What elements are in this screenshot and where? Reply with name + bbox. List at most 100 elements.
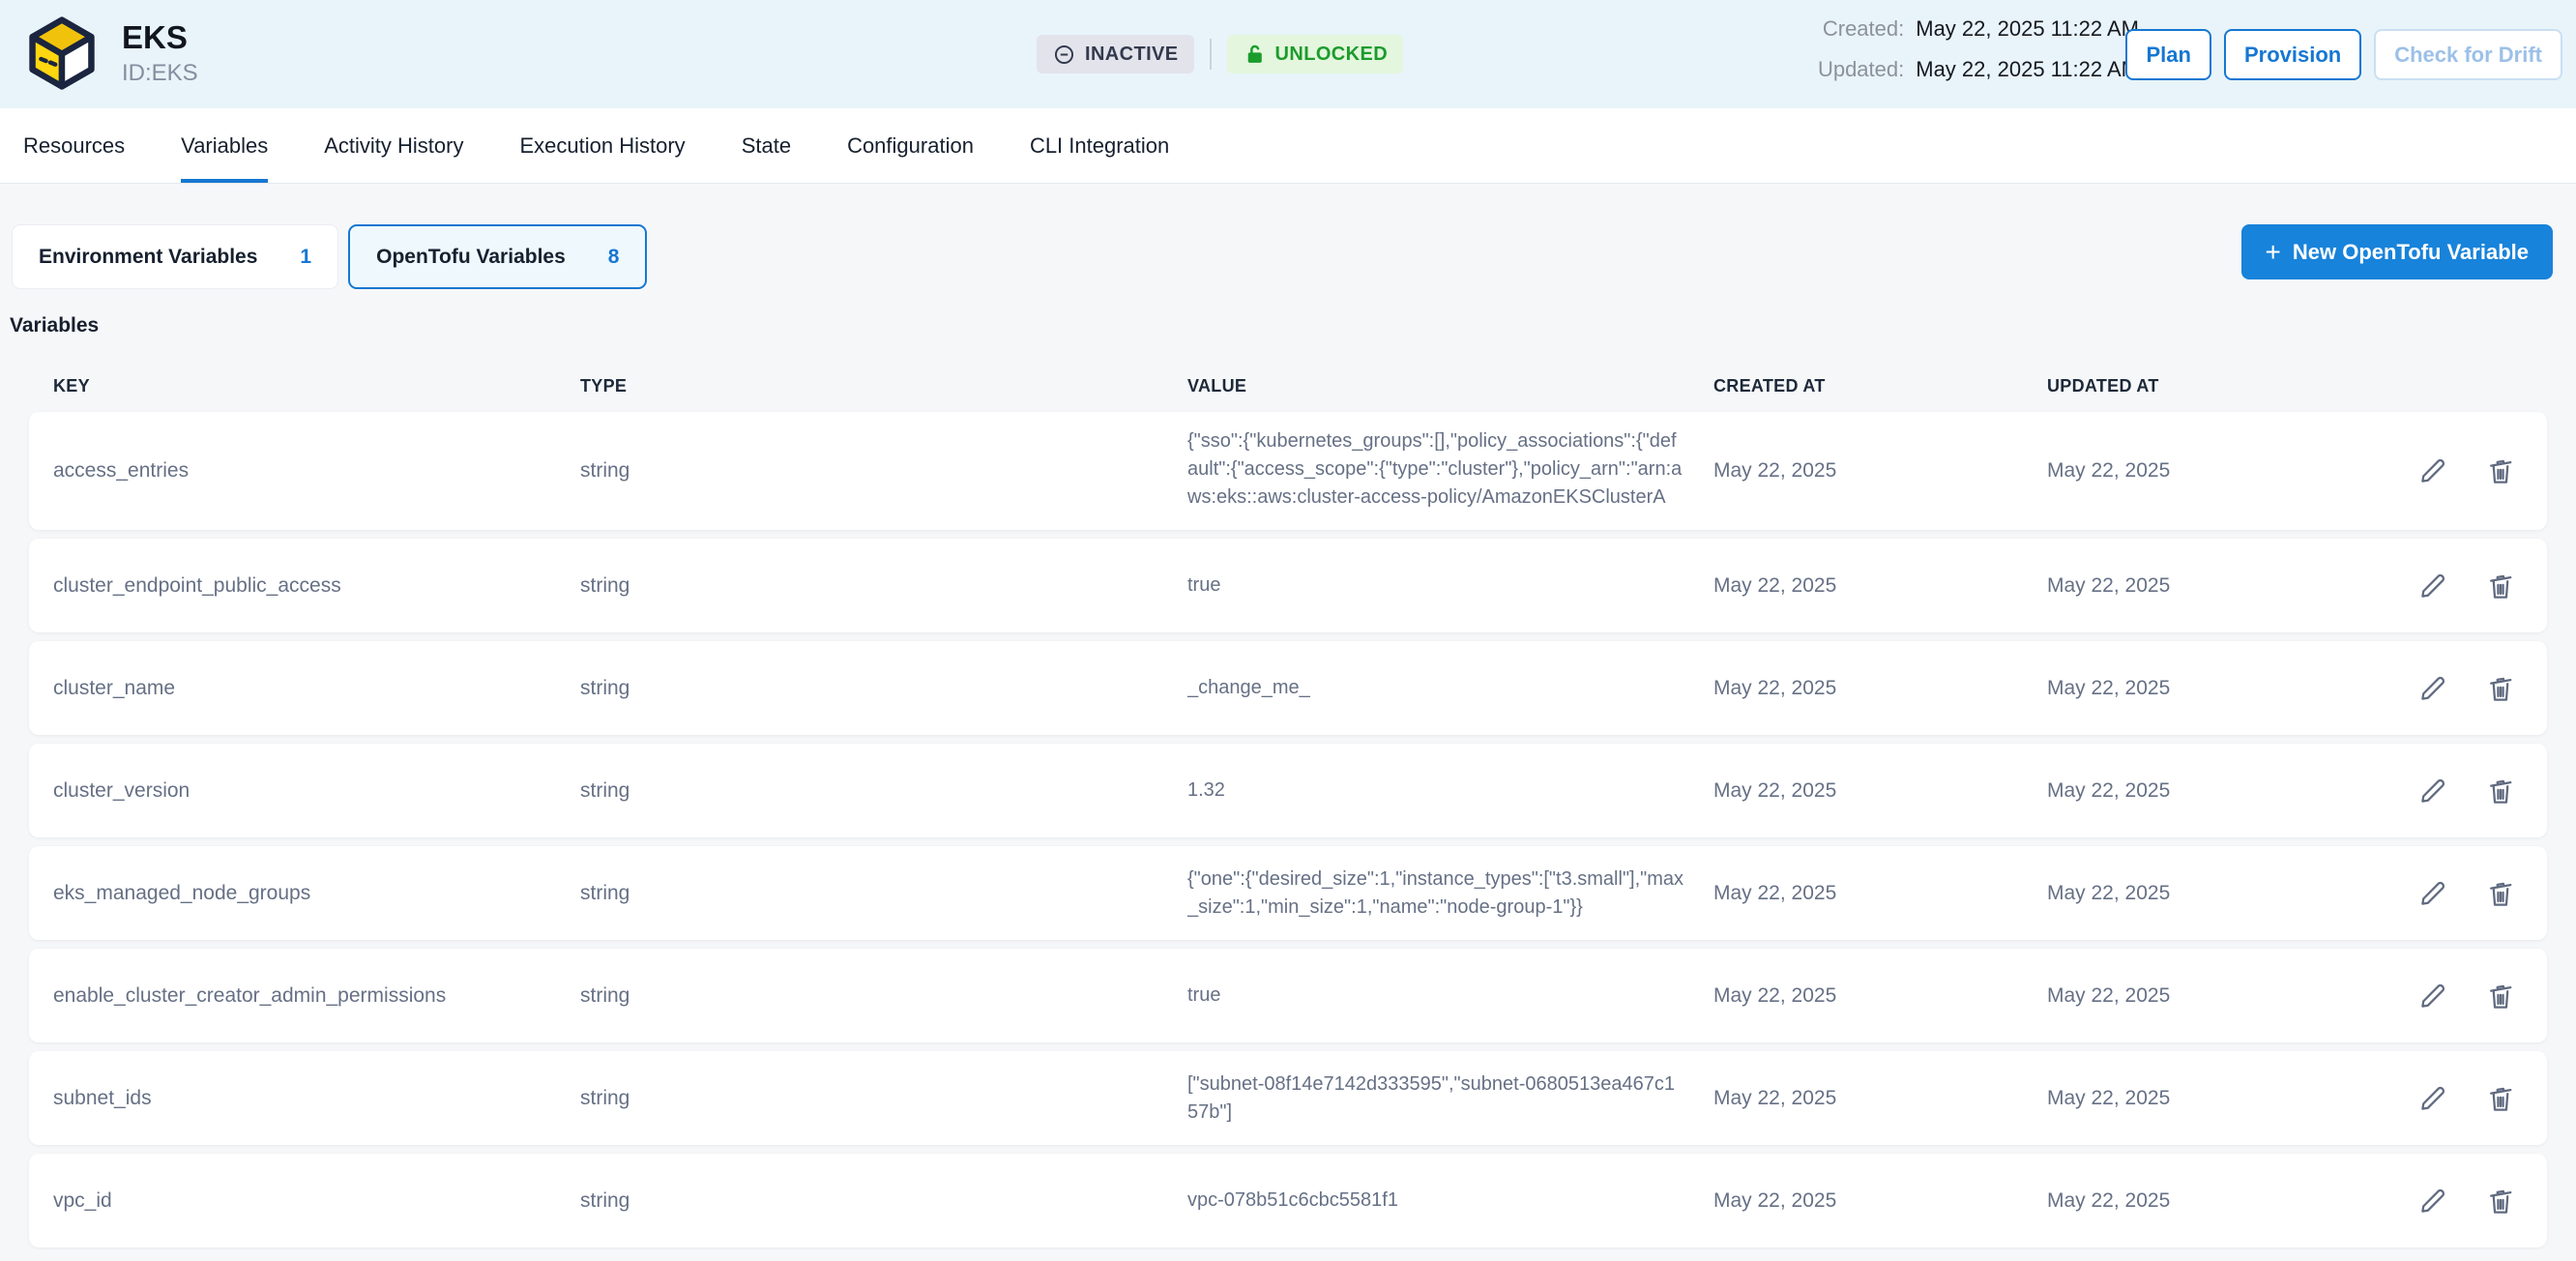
new-opentofu-variable-button[interactable]: + New OpenTofu Variable: [2241, 224, 2553, 279]
edit-variable-button[interactable]: [2416, 877, 2449, 910]
variable-key: vpc_id: [53, 1189, 580, 1213]
variable-value: _change_me_: [1187, 674, 1685, 702]
delete-variable-button[interactable]: [2484, 775, 2517, 807]
pencil-icon: [2416, 877, 2449, 910]
delete-variable-button[interactable]: [2484, 455, 2517, 487]
tab-variables[interactable]: Variables: [181, 108, 268, 183]
provision-button[interactable]: Provision: [2224, 29, 2361, 80]
environment-tabs: Resources Variables Activity History Exe…: [0, 108, 2576, 184]
trash-icon: [2484, 455, 2517, 487]
variable-row-actions: [2416, 1185, 2523, 1217]
circle-minus-icon: [1052, 43, 1076, 67]
variable-created-at: May 22, 2025: [1713, 677, 2047, 700]
environment-meta: Created: May 22, 2025 11:22 AM Updated: …: [1818, 16, 2139, 82]
environment-header: EKS ID:EKS INACTIVE UNLOCKED Created: Ma…: [0, 0, 2576, 108]
tab-environment-variables[interactable]: Environment Variables 1: [12, 224, 338, 289]
variable-created-at: May 22, 2025: [1713, 984, 2047, 1008]
updated-label: Updated:: [1818, 57, 1904, 82]
column-header-type: TYPE: [580, 376, 1187, 396]
variable-updated-at: May 22, 2025: [2047, 779, 2327, 803]
pencil-icon: [2416, 455, 2449, 487]
tab-cli-integration[interactable]: CLI Integration: [1030, 108, 1169, 183]
variable-type: string: [580, 1087, 1187, 1110]
variable-created-at: May 22, 2025: [1713, 1189, 2047, 1213]
created-value: May 22, 2025 11:22 AM: [1916, 16, 2139, 42]
variable-row: cluster_name string _change_me_ May 22, …: [29, 641, 2547, 735]
tab-resources[interactable]: Resources: [23, 108, 125, 183]
pencil-icon: [2416, 1185, 2449, 1217]
environment-brand: EKS ID:EKS: [23, 14, 198, 93]
trash-icon: [2484, 672, 2517, 705]
variable-updated-at: May 22, 2025: [2047, 677, 2327, 700]
new-opentofu-variable-label: New OpenTofu Variable: [2293, 240, 2529, 265]
variable-row-actions: [2416, 775, 2523, 807]
trash-icon: [2484, 1082, 2517, 1115]
trash-icon: [2484, 877, 2517, 910]
delete-variable-button[interactable]: [2484, 672, 2517, 705]
variable-key: cluster_version: [53, 779, 580, 803]
variable-key: eks_managed_node_groups: [53, 882, 580, 905]
variable-value: vpc-078b51c6cbc5581f1: [1187, 1187, 1685, 1215]
delete-variable-button[interactable]: [2484, 980, 2517, 1012]
plan-button[interactable]: Plan: [2125, 29, 2210, 80]
environment-variables-count: 1: [300, 246, 311, 269]
variable-key: enable_cluster_creator_admin_permissions: [53, 984, 580, 1008]
variable-row: vpc_id string vpc-078b51c6cbc5581f1 May …: [29, 1154, 2547, 1247]
variable-key: access_entries: [53, 459, 580, 483]
tab-configuration[interactable]: Configuration: [847, 108, 974, 183]
pencil-icon: [2416, 1082, 2449, 1115]
tab-activity-history[interactable]: Activity History: [324, 108, 463, 183]
delete-variable-button[interactable]: [2484, 1082, 2517, 1115]
variable-type: string: [580, 882, 1187, 905]
tab-opentofu-variables[interactable]: OpenTofu Variables 8: [348, 224, 647, 289]
tab-execution-history[interactable]: Execution History: [520, 108, 686, 183]
trash-icon: [2484, 980, 2517, 1012]
variable-key: subnet_ids: [53, 1087, 580, 1110]
delete-variable-button[interactable]: [2484, 1185, 2517, 1217]
plus-icon: +: [2266, 239, 2281, 266]
variables-toolbar: Environment Variables 1 OpenTofu Variabl…: [0, 184, 2576, 289]
variable-row-actions: [2416, 877, 2523, 910]
opentofu-variables-count: 8: [608, 246, 620, 269]
header-actions: Plan Provision Check for Drift: [2125, 29, 2562, 80]
variable-row: subnet_ids string ["subnet-08f14e7142d33…: [29, 1051, 2547, 1145]
created-label: Created:: [1818, 16, 1904, 42]
page-title: EKS: [122, 18, 198, 57]
edit-variable-button[interactable]: [2416, 1185, 2449, 1217]
tab-state[interactable]: State: [742, 108, 791, 183]
variable-row: cluster_version string 1.32 May 22, 2025…: [29, 744, 2547, 837]
variable-updated-at: May 22, 2025: [2047, 1087, 2327, 1110]
status-badge-inactive: INACTIVE: [1037, 35, 1194, 73]
variable-type: string: [580, 984, 1187, 1008]
variable-row-actions: [2416, 455, 2523, 487]
environment-id: ID:EKS: [122, 59, 198, 88]
variable-value: 1.32: [1187, 777, 1685, 805]
variable-value: {"sso":{"kubernetes_groups":[],"policy_a…: [1187, 427, 1685, 514]
variable-value: true: [1187, 572, 1685, 600]
delete-variable-button[interactable]: [2484, 570, 2517, 602]
edit-variable-button[interactable]: [2416, 672, 2449, 705]
variable-value: {"one":{"desired_size":1,"instance_types…: [1187, 865, 1685, 922]
variable-type: string: [580, 779, 1187, 803]
column-header-updated-at: UPDATED AT: [2047, 376, 2327, 396]
opentofu-variables-label: OpenTofu Variables: [376, 246, 566, 269]
variable-row-actions: [2416, 980, 2523, 1012]
delete-variable-button[interactable]: [2484, 877, 2517, 910]
edit-variable-button[interactable]: [2416, 1082, 2449, 1115]
variable-type-tabs: Environment Variables 1 OpenTofu Variabl…: [12, 224, 647, 289]
edit-variable-button[interactable]: [2416, 455, 2449, 487]
variable-updated-at: May 22, 2025: [2047, 1189, 2327, 1213]
variable-type: string: [580, 459, 1187, 483]
variable-row-actions: [2416, 672, 2523, 705]
lock-badge-label: UNLOCKED: [1275, 44, 1389, 66]
variable-created-at: May 22, 2025: [1713, 882, 2047, 905]
check-for-drift-button[interactable]: Check for Drift: [2374, 29, 2562, 80]
variable-created-at: May 22, 2025: [1713, 1087, 2047, 1110]
edit-variable-button[interactable]: [2416, 775, 2449, 807]
edit-variable-button[interactable]: [2416, 570, 2449, 602]
edit-variable-button[interactable]: [2416, 980, 2449, 1012]
pencil-icon: [2416, 775, 2449, 807]
variable-row-actions: [2416, 1082, 2523, 1115]
variable-key: cluster_endpoint_public_access: [53, 574, 580, 598]
trash-icon: [2484, 570, 2517, 602]
